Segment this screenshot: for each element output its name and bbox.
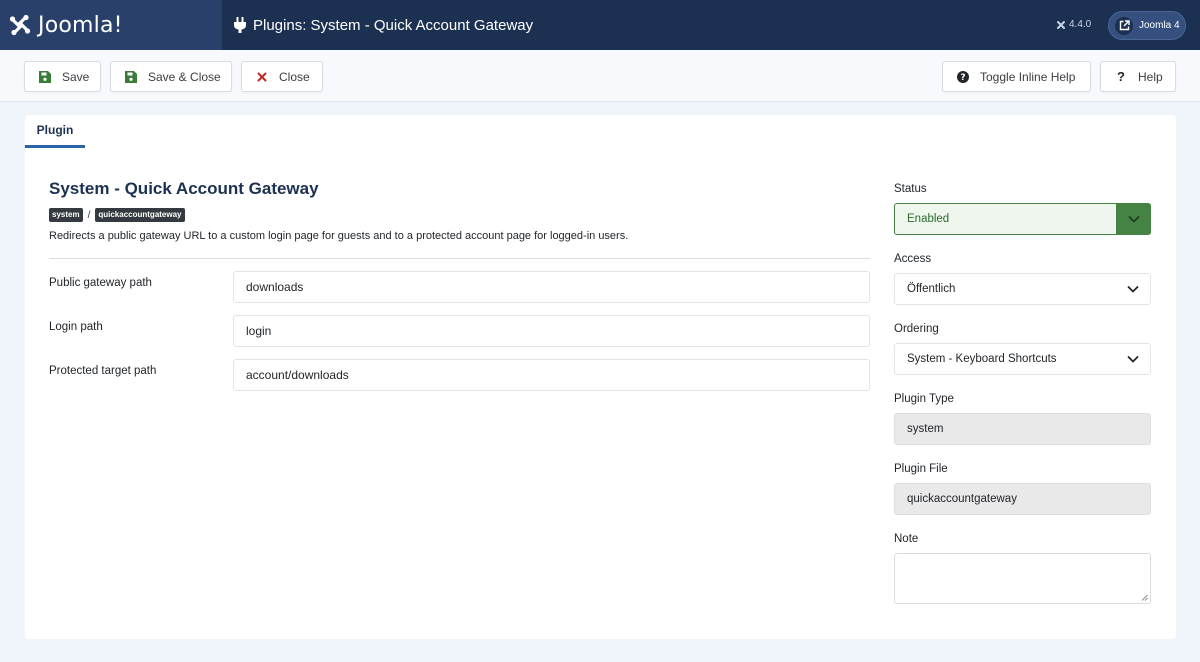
page-title: Plugins: System - Quick Account Gateway	[253, 16, 534, 34]
joomla-small-icon	[1057, 20, 1065, 29]
external-link-icon	[1115, 16, 1133, 35]
chevron-down-icon	[1116, 203, 1151, 235]
plugin-type-value: system	[907, 423, 944, 435]
page-header: Plugins: System - Quick Account Gateway	[234, 0, 533, 50]
login-path-label: Login path	[49, 321, 103, 333]
access-select[interactable]: Öffentlich	[894, 273, 1151, 305]
plugin-description: Redirects a public gateway URL to a cust…	[49, 230, 629, 242]
note-label: Note	[894, 533, 919, 545]
save-label: Save	[62, 69, 90, 84]
help-label: Help	[1138, 69, 1163, 84]
plug-icon	[234, 17, 246, 33]
version-info: 4.4.0	[1056, 19, 1091, 30]
logo-text: Joomla!	[38, 12, 123, 38]
plugin-file-label: Plugin File	[894, 463, 948, 475]
plugin-type-field: system	[894, 413, 1151, 445]
svg-text:?: ?	[960, 73, 965, 83]
chevron-down-icon	[1116, 344, 1150, 374]
plugin-type-label: Plugin Type	[894, 393, 954, 405]
ordering-value: System - Keyboard Shortcuts	[907, 353, 1057, 365]
close-button[interactable]: Close	[241, 61, 323, 92]
protected-target-path-input[interactable]: account/downloads	[233, 359, 870, 391]
login-path-input[interactable]: login	[233, 315, 870, 347]
status-value: Enabled	[907, 213, 950, 225]
ordering-select[interactable]: System - Keyboard Shortcuts	[894, 343, 1151, 375]
tab-plugin[interactable]: Plugin	[25, 115, 85, 148]
toolbar: Save Save & Close Close ? Toggle Inline …	[0, 50, 1200, 102]
ordering-label: Ordering	[894, 323, 939, 335]
question-icon: ?	[1117, 69, 1125, 84]
save-close-label: Save & Close	[148, 69, 221, 84]
plugin-edit-card: Plugin System - Quick Account Gateway sy…	[25, 115, 1176, 639]
chevron-down-icon	[1116, 274, 1150, 304]
joomla-logo-icon	[9, 14, 31, 36]
help-button[interactable]: ? Help	[1100, 61, 1176, 92]
public-gateway-path-label: Public gateway path	[49, 277, 152, 289]
plugin-badges: system / quickaccountgateway	[49, 208, 185, 222]
toggle-inline-help-label: Toggle Inline Help	[980, 69, 1076, 84]
note-textarea[interactable]	[894, 553, 1151, 604]
joomla-logo[interactable]: Joomla!	[0, 0, 222, 50]
public-gateway-path-input[interactable]: downloads	[233, 271, 870, 303]
close-label: Close	[279, 69, 310, 84]
plugin-file-field: quickaccountgateway	[894, 483, 1151, 515]
question-circle-icon: ?	[957, 70, 969, 83]
folder-badge: system	[49, 208, 83, 222]
access-label: Access	[894, 253, 932, 265]
resize-grip-icon[interactable]	[1141, 594, 1148, 601]
divider	[49, 258, 870, 259]
site-link-button[interactable]: Joomla 4	[1108, 11, 1186, 40]
close-icon	[256, 71, 268, 83]
save-button[interactable]: Save	[24, 61, 101, 92]
plugin-file-value: quickaccountgateway	[907, 493, 1017, 505]
status-label: Status	[894, 183, 927, 195]
element-badge: quickaccountgateway	[95, 208, 185, 222]
site-link-label: Joomla 4	[1139, 20, 1180, 31]
floppy-disk-icon	[125, 70, 137, 83]
badge-separator: /	[87, 209, 91, 221]
status-select[interactable]: Enabled	[894, 203, 1151, 235]
save-close-button[interactable]: Save & Close	[110, 61, 232, 92]
protected-target-path-label: Protected target path	[49, 365, 157, 377]
top-header: Joomla! Plugins: System - Quick Account …	[0, 0, 1200, 50]
floppy-disk-icon	[39, 70, 51, 83]
toggle-inline-help-button[interactable]: ? Toggle Inline Help	[942, 61, 1091, 92]
plugin-title: System - Quick Account Gateway	[49, 179, 319, 198]
version-text: 4.4.0	[1069, 19, 1092, 30]
access-value: Öffentlich	[907, 283, 956, 295]
